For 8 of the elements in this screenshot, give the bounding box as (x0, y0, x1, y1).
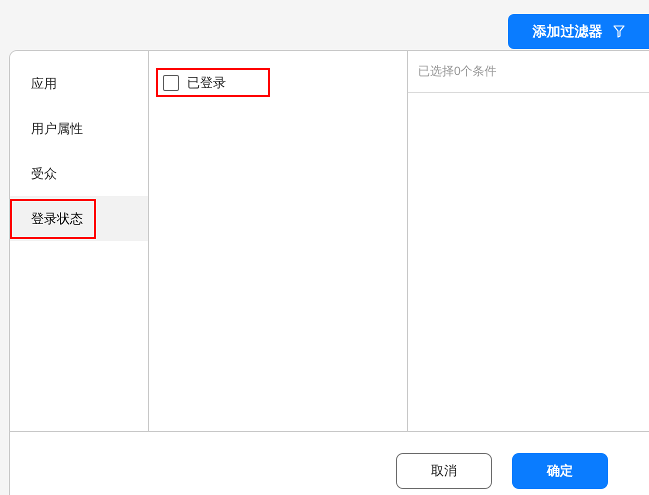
checkbox[interactable] (163, 74, 179, 90)
filter-icon (612, 25, 624, 38)
option-label: 已登录 (187, 74, 226, 92)
add-filter-button[interactable]: 添加过滤器 (508, 14, 649, 49)
cancel-button[interactable]: 取消 (396, 453, 492, 489)
selected-count: 已选择0个条件 (418, 63, 497, 80)
category-item[interactable]: 登录状态 (10, 196, 148, 241)
confirm-button[interactable]: 确定 (512, 453, 608, 489)
